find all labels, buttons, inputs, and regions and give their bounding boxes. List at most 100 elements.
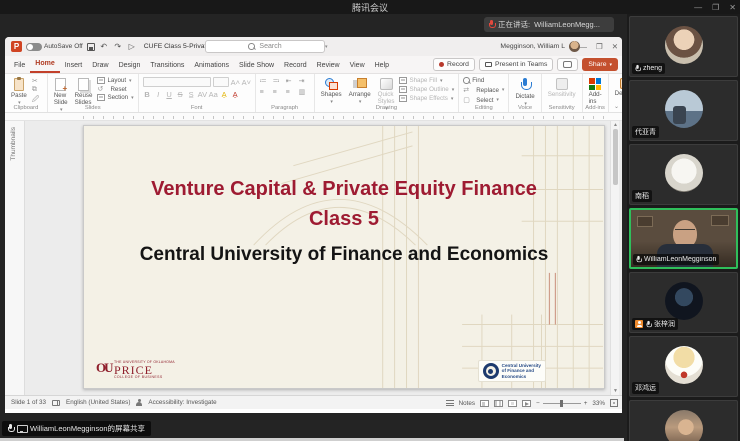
save-icon[interactable] xyxy=(87,43,95,51)
character-spacing-icon[interactable]: AV xyxy=(198,90,207,99)
addins-button[interactable]: Add-ins xyxy=(587,77,604,106)
comments-button[interactable] xyxy=(557,58,578,71)
maximize-icon[interactable]: ❐ xyxy=(712,3,719,12)
normal-view-button[interactable] xyxy=(480,400,489,407)
record-button[interactable]: Record xyxy=(433,58,475,71)
slide-sorter-view-button[interactable] xyxy=(494,400,503,407)
font-name-select[interactable] xyxy=(143,77,211,87)
layout-button[interactable]: Layout xyxy=(97,77,133,84)
zoom-out-icon[interactable]: − xyxy=(536,400,540,407)
microphone-icon xyxy=(636,65,640,72)
notes-icon[interactable] xyxy=(446,400,454,406)
account-area[interactable]: Megginson, William L xyxy=(500,37,580,56)
notes-toggle[interactable]: Notes xyxy=(459,400,475,407)
font-color-icon[interactable]: A̱ xyxy=(231,90,240,99)
underline-button[interactable]: U xyxy=(165,90,174,99)
tab-home[interactable]: Home xyxy=(30,57,59,73)
section-button[interactable]: Section xyxy=(97,94,133,101)
participant-tile[interactable]: zheng xyxy=(629,16,738,77)
reading-view-button[interactable] xyxy=(508,400,517,407)
strikethrough-button[interactable]: S xyxy=(176,90,185,99)
sensitivity-button[interactable]: Sensitivity xyxy=(546,77,578,99)
tab-slide-show[interactable]: Slide Show xyxy=(234,59,279,73)
tab-animations[interactable]: Animations xyxy=(189,59,234,73)
bullets-icon[interactable]: ≔ xyxy=(260,77,271,85)
close-icon[interactable]: ✕ xyxy=(612,42,618,51)
scroll-up-icon[interactable]: ▲ xyxy=(612,122,619,128)
copy-icon[interactable]: ⧉ xyxy=(32,86,43,94)
columns-icon[interactable]: ▥ xyxy=(299,88,310,96)
shape-fill-button[interactable]: Shape Fill xyxy=(399,77,454,84)
participant-tile[interactable] xyxy=(629,400,738,441)
replace-button[interactable]: ⇄ Replace xyxy=(463,86,504,94)
reset-button[interactable]: ↺ Reset xyxy=(97,85,133,93)
align-right-icon[interactable]: ≡ xyxy=(286,89,297,96)
change-case-icon[interactable]: Aa xyxy=(209,90,218,99)
tab-insert[interactable]: Insert xyxy=(60,59,88,73)
designer-button[interactable]: Designer xyxy=(613,77,622,98)
align-center-icon[interactable]: ≡ xyxy=(273,89,284,96)
italic-button[interactable]: I xyxy=(154,90,163,99)
zoom-in-icon[interactable]: + xyxy=(584,400,588,407)
shapes-button[interactable]: Shapes xyxy=(319,77,344,106)
reuse-slides-button[interactable]: Reuse Slides xyxy=(73,77,95,107)
vertical-scrollbar[interactable]: ▲ ▼ xyxy=(610,121,619,395)
minimize-icon[interactable]: — xyxy=(694,3,702,12)
share-button[interactable]: Share ▾ xyxy=(582,58,618,71)
slideshow-view-button[interactable] xyxy=(522,400,531,407)
select-button[interactable]: ▢ Select xyxy=(463,96,504,104)
dictate-button[interactable]: Dictate xyxy=(513,77,536,108)
scroll-down-icon[interactable]: ▼ xyxy=(612,388,619,394)
participant-tile[interactable]: 邓鸿远 xyxy=(629,336,738,397)
tab-record[interactable]: Record xyxy=(279,59,312,73)
undo-icon[interactable]: ↶ xyxy=(99,42,109,51)
increase-font-icon[interactable]: A˄ xyxy=(231,78,240,87)
text-shadow-icon[interactable]: S̲ xyxy=(187,90,196,99)
minimize-icon[interactable]: — xyxy=(579,42,587,51)
present-in-teams-button[interactable]: Present in Teams xyxy=(479,58,553,71)
fit-slide-icon[interactable] xyxy=(610,399,618,407)
cut-icon[interactable]: ✂ xyxy=(32,77,43,85)
shape-outline-button[interactable]: Shape Outline xyxy=(399,86,454,93)
tab-draw[interactable]: Draw xyxy=(87,59,113,73)
slideshow-icon[interactable]: ▷ xyxy=(127,42,137,51)
participant-tile-active-speaker[interactable]: WilliamLeonMegginson xyxy=(629,208,738,269)
shape-effects-button[interactable]: Shape Effects xyxy=(399,95,454,102)
tab-design[interactable]: Design xyxy=(114,59,146,73)
autosave-toggle[interactable]: AutoSave Off xyxy=(26,43,83,51)
highlight-color-icon[interactable]: A̱ xyxy=(220,90,229,99)
language-status[interactable]: English (United States) xyxy=(66,399,130,406)
participant-tile[interactable]: 张梓润 xyxy=(629,272,738,333)
paste-button[interactable]: Paste xyxy=(9,77,29,107)
tab-review[interactable]: Review xyxy=(312,59,345,73)
find-button[interactable]: Find xyxy=(463,77,504,84)
numbering-icon[interactable]: ≕ xyxy=(273,77,284,85)
maximize-icon[interactable]: ❐ xyxy=(596,42,603,51)
close-icon[interactable]: ✕ xyxy=(729,3,736,12)
account-avatar[interactable] xyxy=(569,41,580,52)
indent-increase-icon[interactable]: ⇥ xyxy=(299,77,310,85)
indent-decrease-icon[interactable]: ⇤ xyxy=(286,77,297,85)
tab-transitions[interactable]: Transitions xyxy=(145,59,189,73)
tab-file[interactable]: File xyxy=(9,59,30,73)
zoom-level[interactable]: 33% xyxy=(592,400,605,407)
spellcheck-icon[interactable] xyxy=(52,400,60,406)
thumbnails-pane[interactable]: Thumbnails xyxy=(5,121,25,395)
slide-canvas[interactable]: Venture Capital & Private Equity Finance… xyxy=(83,125,605,389)
collapse-ribbon-icon[interactable]: ⌄ xyxy=(614,103,619,110)
participant-tile[interactable]: 南稻 xyxy=(629,144,738,205)
arrange-button[interactable]: Arrange xyxy=(347,77,373,106)
redo-icon[interactable]: ↷ xyxy=(113,42,123,51)
align-left-icon[interactable]: ≡ xyxy=(260,89,271,96)
tab-view[interactable]: View xyxy=(345,59,370,73)
accessibility-status[interactable]: Accessibility: Investigate xyxy=(148,399,216,406)
font-size-select[interactable] xyxy=(213,77,229,87)
scrollbar-thumb[interactable] xyxy=(613,129,618,185)
participant-tile[interactable]: 代亚青 xyxy=(629,80,738,141)
tab-help[interactable]: Help xyxy=(370,59,394,73)
zoom-slider[interactable] xyxy=(543,403,581,404)
bold-button[interactable]: B xyxy=(143,90,152,99)
toggle-icon[interactable] xyxy=(26,43,42,51)
decrease-font-icon[interactable]: A˅ xyxy=(242,78,251,87)
search-input[interactable]: Search xyxy=(205,40,325,53)
